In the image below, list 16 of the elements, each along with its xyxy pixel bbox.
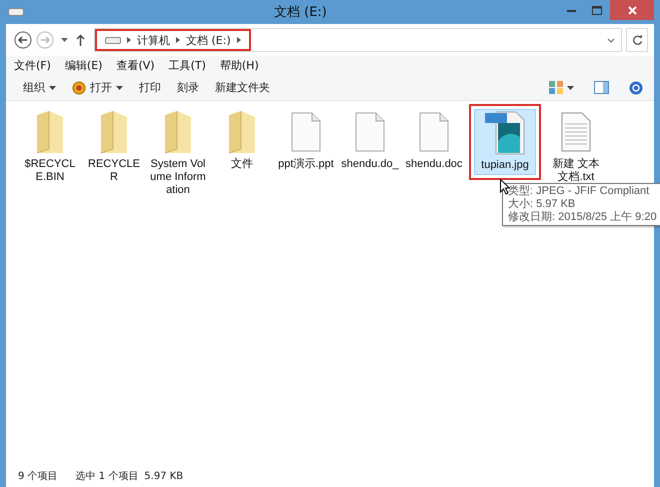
file-name: $RECYCLE.BIN <box>24 158 76 184</box>
tooltip-line: 大小: 5.97 KB <box>508 198 576 211</box>
file-name: RECYCLER <box>87 158 141 184</box>
file-name: System Volume Information <box>149 158 207 197</box>
file-name: shendu.doc <box>405 158 463 171</box>
window-title: 文档 (E:) <box>274 4 327 21</box>
item-count: 9 个项目 <box>18 470 58 483</box>
file-name: shendu.do_ <box>341 158 399 171</box>
selection-count: 选中 1 个项目 <box>76 470 138 483</box>
file-name: 新建 文本文档.txt <box>551 158 601 184</box>
file-name: ppt演示.ppt <box>277 158 335 171</box>
tooltip-line: 类型: JPEG - JFIF Compliant <box>508 185 650 198</box>
file-name: tupian.jpg <box>480 159 530 172</box>
file-name: 文件 <box>230 158 254 171</box>
selection-size: 5.97 KB <box>144 470 184 482</box>
tooltip-line: 修改日期: 2015/8/25 上午 9:20 <box>508 211 657 224</box>
